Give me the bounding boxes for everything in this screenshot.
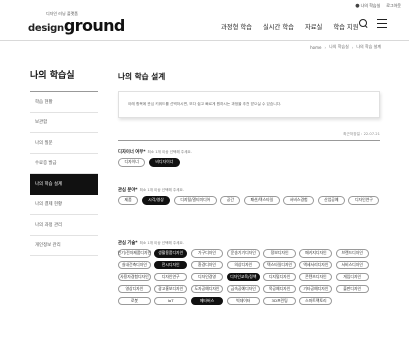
nav-live-learning[interactable]: 실시간 학습 bbox=[263, 22, 294, 31]
section-hint: 최소 1개 이상 선택해 주세요. bbox=[139, 188, 184, 192]
keyword-chip[interactable]: 디자인연구 bbox=[154, 272, 188, 282]
section-hint: 최소 1개 이상 선택해 주세요. bbox=[147, 150, 192, 154]
sidebar-item[interactable]: 나의 과정 관리 bbox=[30, 215, 98, 236]
sidebar-item[interactable]: 나의 결제 현황 bbox=[30, 195, 98, 215]
keyword-chip[interactable]: 제품 bbox=[118, 196, 139, 205]
keyword-chip[interactable]: 디자인경영 bbox=[190, 272, 224, 282]
nav-learning-support[interactable]: 학습 지원 bbox=[333, 22, 358, 31]
keyword-chip[interactable]: 광고홍보디자인 bbox=[154, 284, 188, 294]
section-heading: 관심 분야* 최소 1개 이상 선택해 주세요. bbox=[118, 187, 380, 193]
section-hint: 최소 1개 이상 선택해 주세요. bbox=[139, 241, 184, 245]
keyword-chip[interactable]: 액세서리디자인 bbox=[299, 260, 333, 270]
section-label: 관심 기술* bbox=[118, 241, 138, 246]
keyword-chip[interactable]: 정보디자인 bbox=[263, 249, 296, 258]
chip-group: 인기/전자제품디자인 생활용품디자인 가구디자인 운송기기디자인 정보디자인 패키지디자인… bbox=[118, 249, 380, 306]
sidebar-menu: 학습 현황 보관함 나의 질문 수료증 발급 나의 학습 설계 나의 결제 현황 나의 과정… bbox=[30, 91, 98, 256]
keyword-chip[interactable]: 운송기기디자인 bbox=[226, 249, 260, 258]
sidebar-title: 나의 학습실 bbox=[30, 71, 75, 81]
keyword-chip[interactable]: 콘텐츠디자인 bbox=[299, 272, 333, 282]
last-saved-date: 최근저장일 : 22.07.21 bbox=[343, 132, 380, 136]
keyword-chip[interactable]: 사용자경험디자인 bbox=[118, 272, 151, 282]
keyword-chip[interactable]: 빅데이터 bbox=[226, 296, 260, 306]
sidebar-item[interactable]: 학습 현황 bbox=[30, 92, 98, 113]
keyword-chip[interactable]: 영상디자인 bbox=[118, 284, 151, 294]
nav-course-learning[interactable]: 과정형 학습 bbox=[221, 22, 252, 31]
notice-box: 아래 항목에 관심 키워드를 선택하시면, 보다 쉽고 빠르게 원하시는 과정을… bbox=[118, 91, 380, 118]
logo-wordmark: designground bbox=[28, 16, 125, 35]
sidebar-item[interactable]: 나의 학습 설계 bbox=[30, 174, 98, 195]
keyword-chip-selected[interactable]: 비디자이너 bbox=[148, 158, 180, 167]
nav-library[interactable]: 자료실 bbox=[305, 22, 322, 31]
sidebar-item[interactable]: 나의 질문 bbox=[30, 133, 98, 154]
keyword-chip[interactable]: 브랜드디자인 bbox=[335, 249, 369, 258]
keyword-chip[interactable]: 목공예디자인 bbox=[263, 284, 296, 294]
breadcrumb-home[interactable]: home bbox=[310, 45, 321, 50]
section-label: 관심 분야* bbox=[118, 188, 138, 193]
keyword-chip[interactable]: 디지털/멀티미디어 bbox=[173, 196, 217, 205]
my-study-link[interactable]: ●나의 학습실 bbox=[355, 3, 380, 9]
keyword-chip[interactable]: 인기/전자제품디자인 bbox=[118, 249, 151, 258]
preference-section: 관심 분야* 최소 1개 이상 선택해 주세요. 제품 시각/영상 디지털/멀티미디어 공… bbox=[118, 187, 380, 205]
main-nav: 과정형 학습 실시간 학습 자료실 학습 지원 bbox=[221, 22, 359, 31]
header-icons bbox=[359, 19, 387, 28]
keyword-chip[interactable]: 도자공예디자인 bbox=[190, 284, 224, 294]
chevron-right-icon: › bbox=[324, 44, 327, 50]
keyword-chip[interactable]: 디자이너 bbox=[118, 158, 146, 167]
preference-section: 디자이너 여부* 최소 1개 이상 선택해 주세요. 디자이너 비디자이너 bbox=[118, 149, 380, 167]
keyword-chip-selected[interactable]: 생활용품디자인 bbox=[154, 249, 188, 258]
keyword-chip[interactable]: 의상디자인 bbox=[226, 260, 260, 270]
keyword-chip-selected[interactable]: 메타버스 bbox=[190, 296, 224, 306]
keyword-chip-selected[interactable]: 시각/영상 bbox=[141, 196, 171, 205]
keyword-chip-selected[interactable]: 전시디자인 bbox=[154, 260, 188, 270]
keyword-chip[interactable]: 환경디자인 bbox=[190, 260, 224, 270]
keyword-chip[interactable]: 로봇 bbox=[118, 296, 151, 306]
section-heading: 디자이너 여부* 최소 1개 이상 선택해 주세요. bbox=[118, 149, 380, 155]
chip-group: 디자이너 비디자이너 bbox=[118, 158, 380, 167]
keyword-chip[interactable]: IoT bbox=[154, 296, 188, 306]
keyword-chip[interactable]: 공간 bbox=[220, 196, 241, 205]
keyword-chip[interactable]: 패키지디자인 bbox=[299, 249, 333, 258]
section-heading: 관심 기술* 최소 1개 이상 선택해 주세요. bbox=[118, 240, 380, 246]
keyword-chip[interactable]: 디자인연구 bbox=[348, 196, 380, 205]
page-title: 나의 학습 설계 bbox=[118, 72, 166, 81]
keyword-chip[interactable]: 디지털디자인 bbox=[263, 272, 296, 282]
keyword-chip[interactable]: 실내건축디자인 bbox=[118, 260, 151, 270]
user-icon: ● bbox=[355, 3, 360, 9]
keyword-chip[interactable]: 출판디자인 bbox=[335, 284, 369, 294]
chip-group: 제품 시각/영상 디지털/멀티미디어 공간 패션/텍스타일 서비스경험 산업공예 디자인연구 bbox=[118, 196, 380, 205]
section-label: 디자이너 여부* bbox=[118, 150, 146, 155]
top-links: ●나의 학습실 로그아웃 bbox=[355, 3, 401, 9]
sidebar-item[interactable]: 수료증 발급 bbox=[30, 154, 98, 174]
keyword-chip[interactable]: 3D프린팅 bbox=[263, 296, 296, 306]
keyword-chip[interactable]: 서비스디자인 bbox=[335, 260, 369, 270]
keyword-chip[interactable]: 금속공예디자인 bbox=[226, 284, 260, 294]
menu-icon[interactable] bbox=[377, 19, 387, 28]
header-divider bbox=[0, 40, 409, 41]
keyword-chip[interactable]: 게임디자인 bbox=[335, 272, 369, 282]
keyword-chip[interactable]: 서비스경험 bbox=[283, 196, 315, 205]
keyword-chip-selected[interactable]: 디자인교육/정책 bbox=[226, 272, 260, 282]
keyword-chip[interactable]: 패션/텍스타일 bbox=[243, 196, 280, 205]
keyword-chip[interactable]: 산업공예 bbox=[317, 196, 345, 205]
notice-text: 아래 항목에 관심 키워드를 선택하시면, 보다 쉽고 빠르게 원하시는 과정을… bbox=[128, 102, 282, 106]
sidebar-item[interactable]: 개인정보 관리 bbox=[30, 236, 98, 256]
breadcrumb-current: 나의 학습 설계 bbox=[356, 44, 381, 49]
keyword-chip[interactable]: 스마트팩토리 bbox=[299, 296, 333, 306]
logout-link[interactable]: 로그아웃 bbox=[386, 3, 401, 9]
keyword-chip[interactable]: 가구디자인 bbox=[190, 249, 224, 258]
section-divider bbox=[118, 140, 380, 141]
keyword-chip[interactable]: 기타공예디자인 bbox=[299, 284, 333, 294]
preference-section: 관심 기술* 최소 1개 이상 선택해 주세요. 인기/전자제품디자인 생활용품디자인… bbox=[118, 240, 380, 306]
breadcrumb-my-study[interactable]: 나의 학습실 bbox=[329, 44, 349, 50]
search-icon[interactable] bbox=[359, 19, 368, 28]
keyword-chip[interactable]: 텍스타일디자인 bbox=[263, 260, 296, 270]
breadcrumb: home › 나의 학습실 › 나의 학습 설계 bbox=[310, 44, 381, 50]
sidebar-item[interactable]: 보관함 bbox=[30, 113, 98, 133]
chevron-right-icon: › bbox=[351, 44, 354, 50]
